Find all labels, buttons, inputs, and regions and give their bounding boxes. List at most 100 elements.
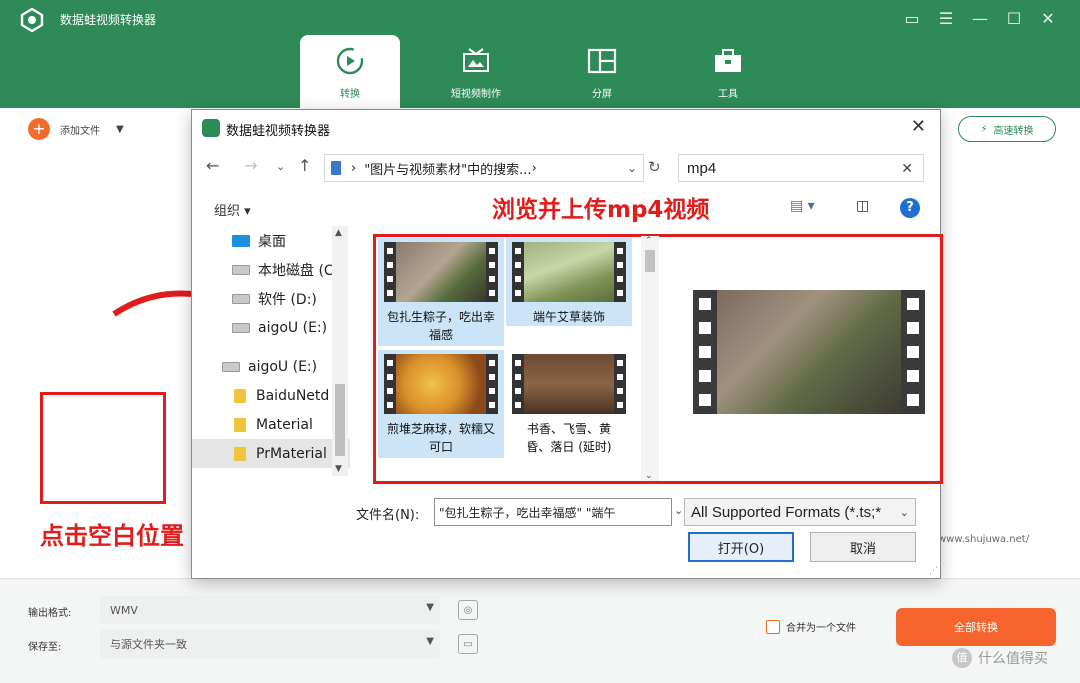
feedback-icon[interactable]: ▭ [898, 6, 926, 30]
file-item[interactable]: 端午艾草装饰 [506, 238, 632, 326]
save-to-value: 与源文件夹一致 [110, 638, 187, 651]
menu-icon[interactable]: ☰ [932, 6, 960, 30]
back-arrow-icon[interactable]: ← [206, 156, 219, 175]
high-speed-convert-button[interactable]: ⚡ 高速转换 [958, 116, 1056, 142]
view-mode-icon[interactable]: ▤ ▾ [790, 198, 815, 214]
files-scrollbar[interactable]: ⌃ ⌄ [641, 236, 659, 481]
click-hint-annotation: 点击空白位置 [40, 522, 184, 550]
empty-drop-area[interactable] [40, 392, 166, 504]
drive-icon [232, 264, 250, 275]
tree-item-label: 桌面 [258, 233, 286, 250]
file-type-select[interactable]: All Supported Formats (*.ts;* ⌄ [684, 498, 916, 526]
tree-item-software-d[interactable]: 软件 (D:) [192, 284, 350, 313]
add-file-button[interactable]: + 添加文件 ▼ [28, 118, 124, 140]
tree-item-label: aigoU (E:) [258, 319, 328, 336]
filename-label: 文件名(N): [356, 508, 420, 523]
plus-icon: + [28, 118, 50, 140]
dialog-titlebar: 数据蛙视频转换器 ✕ [192, 110, 940, 146]
caret-down-icon: ▼ [426, 636, 434, 647]
file-item[interactable]: 煎堆芝麻球，软糯又可口 [378, 350, 504, 458]
maximize-icon[interactable]: ☐ [1000, 6, 1028, 30]
drive-icon [222, 361, 240, 372]
tree-item-material[interactable]: Material [192, 410, 350, 439]
folder-icon [234, 417, 246, 432]
scrollbar-thumb[interactable] [645, 250, 655, 272]
file-item[interactable]: 书香、飞雪、黄昏、落日 (延时) [506, 350, 632, 478]
tree-item-prmaterial[interactable]: PrMaterial [192, 439, 350, 468]
dialog-close-icon[interactable]: ✕ [911, 116, 926, 137]
tab-label: 转换 [340, 89, 360, 100]
file-item[interactable]: 包扎生粽子，吃出幸福感 [378, 238, 504, 346]
search-input[interactable]: mp4 ✕ [678, 154, 924, 182]
refresh-icon[interactable]: ↻ [648, 158, 661, 176]
tree-scrollbar[interactable]: ▲ ▼ [332, 226, 348, 476]
file-label: 端午艾草装饰 [532, 310, 605, 324]
close-icon[interactable]: ✕ [1034, 6, 1062, 30]
tab-label: 短视频制作 [451, 89, 501, 100]
forward-arrow-icon[interactable]: → [244, 156, 257, 175]
toolbox-icon [715, 49, 741, 72]
preview-pane-thumbnail [693, 290, 925, 414]
file-label: 包扎生粽子，吃出幸福感 [386, 310, 495, 342]
tab-toolbox[interactable]: 工具 [678, 35, 778, 108]
preview-pane-icon[interactable]: ◫ [856, 198, 869, 214]
scroll-up-icon[interactable]: ⌃ [645, 236, 653, 246]
tree-item-aigou-e-root[interactable]: aigoU (E:) [192, 352, 350, 381]
minimize-icon[interactable]: — [966, 6, 994, 30]
scroll-up-icon[interactable]: ▲ [335, 228, 342, 238]
desktop-icon [232, 234, 250, 247]
save-to-label: 保存至: [28, 642, 62, 653]
tab-short-video[interactable]: 短视频制作 [426, 35, 526, 108]
chevron-down-icon[interactable]: ▼ [116, 124, 124, 135]
tab-convert[interactable]: 转换 [300, 35, 400, 108]
video-thumbnail [384, 242, 498, 302]
organize-menu[interactable]: 组织 ▾ [214, 200, 251, 219]
scroll-down-icon[interactable]: ▼ [335, 464, 342, 474]
tree-item-label: 本地磁盘 (C [258, 262, 334, 279]
cancel-button[interactable]: 取消 [810, 532, 916, 562]
video-thumbnail [384, 354, 498, 414]
output-format-value: WMV [110, 603, 138, 617]
video-thumbnail [512, 354, 626, 414]
scrollbar-thumb[interactable] [335, 384, 345, 456]
open-button[interactable]: 打开(O) [688, 532, 794, 562]
output-format-select[interactable]: WMV ▼ [100, 596, 440, 624]
dialog-navbar: ← → ⌄ ↑ › "图片与视频素材"中的搜索... › ⌄ ↻ mp4 ✕ [192, 152, 940, 182]
split-screen-icon [587, 48, 617, 74]
clear-search-icon[interactable]: ✕ [901, 160, 913, 177]
speed-label: 高速转换 [993, 125, 1034, 137]
chevron-down-icon[interactable]: ⌄ [627, 161, 637, 175]
drive-icon [232, 293, 250, 304]
format-settings-icon[interactable]: ◎ [458, 600, 478, 620]
recent-chevron-icon[interactable]: ⌄ [276, 160, 285, 173]
save-to-select[interactable]: 与源文件夹一致 ▼ [100, 630, 440, 658]
scroll-down-icon[interactable]: ⌄ [645, 471, 653, 481]
search-value: mp4 [687, 159, 717, 177]
add-file-label: 添加文件 [60, 125, 100, 137]
breadcrumb-sep-icon: › [351, 160, 357, 176]
folder-icon [234, 446, 246, 461]
filename-input[interactable]: "包扎生粽子，吃出幸福感" "端午 [434, 498, 672, 526]
dialog-logo-icon [202, 119, 220, 137]
tree-item-desktop[interactable]: 桌面 [192, 226, 350, 255]
merge-checkbox[interactable]: 合并为一个文件 [766, 619, 856, 634]
open-folder-icon[interactable]: ▭ [458, 634, 478, 654]
file-open-dialog: 数据蛙视频转换器 ✕ ← → ⌄ ↑ › "图片与视频素材"中的搜索... › … [191, 109, 943, 579]
tree-item-local-disk-c[interactable]: 本地磁盘 (C [192, 255, 350, 284]
tab-split-screen[interactable]: 分屏 [552, 35, 652, 108]
file-type-value: All Supported Formats (*.ts;* [691, 503, 882, 521]
chevron-down-icon: ⌄ [899, 506, 909, 519]
brand-text: 什么值得买 [978, 651, 1048, 667]
help-icon[interactable]: ? [900, 198, 920, 218]
app-title: 数据蛙视频转换器 [60, 13, 157, 27]
video-thumbnail [512, 242, 626, 302]
up-arrow-icon[interactable]: ↑ [298, 156, 311, 175]
checkbox-icon[interactable] [766, 619, 780, 634]
tree-item-aigou-e[interactable]: aigoU (E:) [192, 313, 350, 342]
tree-item-baidunetdisk[interactable]: BaiduNetd [192, 381, 350, 410]
tree-item-label: Material [256, 416, 313, 433]
convert-all-button[interactable]: 全部转换 [896, 608, 1056, 646]
chevron-down-icon[interactable]: ⌄ [674, 504, 683, 517]
address-bar[interactable]: › "图片与视频素材"中的搜索... › ⌄ [324, 154, 644, 182]
resize-grip-icon[interactable]: ⋰ [929, 566, 938, 576]
